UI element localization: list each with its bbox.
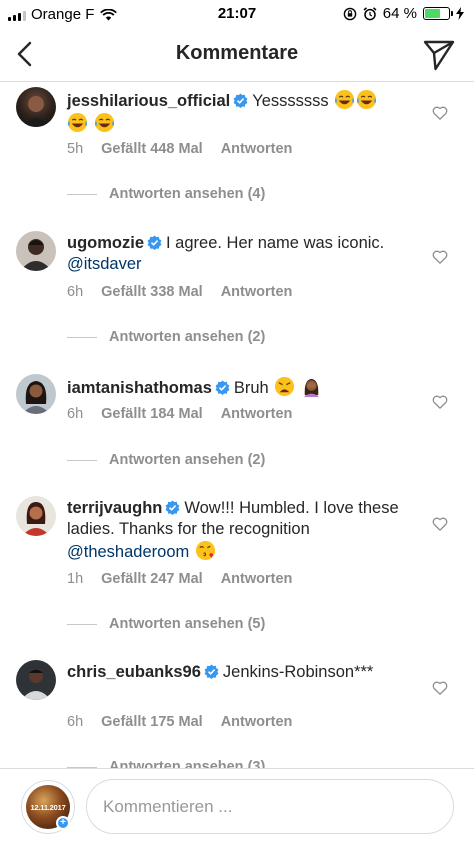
comment-body: Bruh: [233, 379, 269, 397]
view-replies-label: Antworten ansehen (3): [109, 759, 266, 768]
view-replies-label: Antworten ansehen (2): [109, 329, 266, 345]
comment-text: chris_eubanks96 Jenkins-Robinson***: [67, 662, 407, 683]
reply-button[interactable]: Antworten: [221, 141, 293, 157]
comment-username[interactable]: terrijvaughn: [67, 499, 162, 517]
comment-username[interactable]: ugomozie: [67, 234, 144, 252]
view-replies-button[interactable]: Antworten ansehen (2): [67, 452, 265, 468]
verified-badge-icon: [215, 380, 230, 395]
direct-share-icon[interactable]: [422, 38, 456, 72]
verified-badge-icon: [147, 235, 162, 250]
alarm-icon: [363, 6, 377, 20]
face-blowing-kiss-emoji-icon: [195, 540, 215, 561]
battery-icon: [423, 7, 453, 20]
comment-time: 6h: [67, 714, 84, 730]
avatar[interactable]: [16, 660, 56, 700]
avatar[interactable]: [16, 87, 56, 127]
view-replies-label: Antworten ansehen (2): [109, 452, 266, 468]
woman-facepalming-emoji-icon: [303, 378, 320, 397]
battery-percentage: 64 %: [382, 5, 417, 22]
view-replies-label: Antworten ansehen (5): [109, 616, 266, 632]
avatar[interactable]: [16, 496, 56, 536]
view-replies-button[interactable]: Antworten ansehen (5): [67, 616, 265, 632]
comment-meta: 1h Gefällt 247 Mal Antworten: [67, 571, 292, 587]
tears-of-joy-emoji-icon: [335, 89, 355, 110]
comment-time: 6h: [67, 406, 84, 422]
header: Kommentare: [0, 28, 474, 82]
comment-meta: 6h Gefällt 184 Mal Antworten: [67, 406, 292, 422]
comment-likes[interactable]: Gefällt 184 Mal: [101, 406, 203, 422]
like-heart-icon[interactable]: [432, 516, 448, 532]
avatar[interactable]: [16, 231, 56, 271]
comment-text: terrijvaughn Wow!!! Humbled. I love these…: [67, 498, 407, 563]
divider-line: [67, 623, 97, 625]
comment-time: 1h: [67, 571, 84, 587]
verified-badge-icon: [165, 500, 180, 515]
charging-icon: [456, 7, 464, 20]
page-title: Kommentare: [175, 42, 299, 64]
orientation-lock-icon: [343, 7, 357, 20]
divider-line: [67, 459, 97, 461]
like-heart-icon[interactable]: [432, 249, 448, 265]
comment-username[interactable]: chris_eubanks96: [67, 663, 201, 681]
avatar-caption: 12.11.2017: [30, 802, 66, 812]
weary-face-emoji-icon: [275, 376, 295, 397]
comment-input-bar: 12.11.2017 +: [0, 768, 474, 843]
reply-button[interactable]: Antworten: [221, 571, 293, 587]
view-replies-button[interactable]: Antworten ansehen (4): [67, 186, 265, 202]
mention-link[interactable]: @itsdaver: [67, 255, 142, 273]
comment-body: Yesssssss: [252, 92, 329, 110]
add-story-plus-icon: +: [56, 816, 70, 830]
comment-likes[interactable]: Gefällt 247 Mal: [101, 571, 203, 587]
comment-likes[interactable]: Gefällt 338 Mal: [101, 284, 203, 300]
comment-meta: 6h Gefällt 175 Mal Antworten: [67, 714, 292, 730]
divider-line: [67, 193, 97, 195]
divider-line: [67, 336, 97, 338]
comment-time: 6h: [67, 284, 84, 300]
tears-of-joy-emoji-icon: [94, 112, 114, 133]
reply-button[interactable]: Antworten: [221, 714, 293, 730]
comment-meta: 6h Gefällt 338 Mal Antworten: [67, 284, 292, 300]
verified-badge-icon: [233, 93, 248, 108]
comments-list[interactable]: jesshilarious_official Yesssssss 5h Gefäl…: [0, 83, 474, 768]
comment-username[interactable]: jesshilarious_official: [67, 92, 230, 110]
mention-link[interactable]: @theshaderoom: [67, 543, 189, 561]
reply-button[interactable]: Antworten: [221, 284, 293, 300]
comment-text: ugomozie I agree. Her name was iconic. @i…: [67, 233, 407, 275]
comment-text: iamtanishathomas Bruh: [67, 376, 407, 399]
comment-meta: 5h Gefällt 448 Mal Antworten: [67, 141, 292, 157]
own-avatar[interactable]: 12.11.2017 +: [21, 780, 75, 834]
comment-likes[interactable]: Gefällt 448 Mal: [101, 141, 203, 157]
tears-of-joy-emoji-icon: [67, 112, 88, 133]
comment-time: 5h: [67, 141, 84, 157]
avatar[interactable]: [16, 374, 56, 414]
comment-input[interactable]: [86, 779, 454, 834]
comment-username[interactable]: iamtanishathomas: [67, 379, 212, 397]
like-heart-icon[interactable]: [432, 394, 448, 410]
comment-text: jesshilarious_official Yesssssss: [67, 89, 407, 135]
verified-badge-icon: [204, 664, 219, 679]
status-bar: Orange F 21:07 64 %: [0, 0, 474, 28]
comment-likes[interactable]: Gefällt 175 Mal: [101, 714, 203, 730]
view-replies-button[interactable]: Antworten ansehen (2): [67, 329, 265, 345]
comment-body: Jenkins-Robinson***: [222, 663, 374, 681]
view-replies-button[interactable]: Antworten ansehen (3): [67, 759, 265, 768]
tears-of-joy-emoji-icon: [357, 89, 377, 110]
comment-body: I agree. Her name was iconic.: [166, 234, 385, 252]
like-heart-icon[interactable]: [432, 680, 448, 696]
view-replies-label: Antworten ansehen (4): [109, 186, 266, 202]
reply-button[interactable]: Antworten: [221, 406, 293, 422]
like-heart-icon[interactable]: [432, 105, 448, 121]
status-right: 64 %: [343, 5, 464, 22]
